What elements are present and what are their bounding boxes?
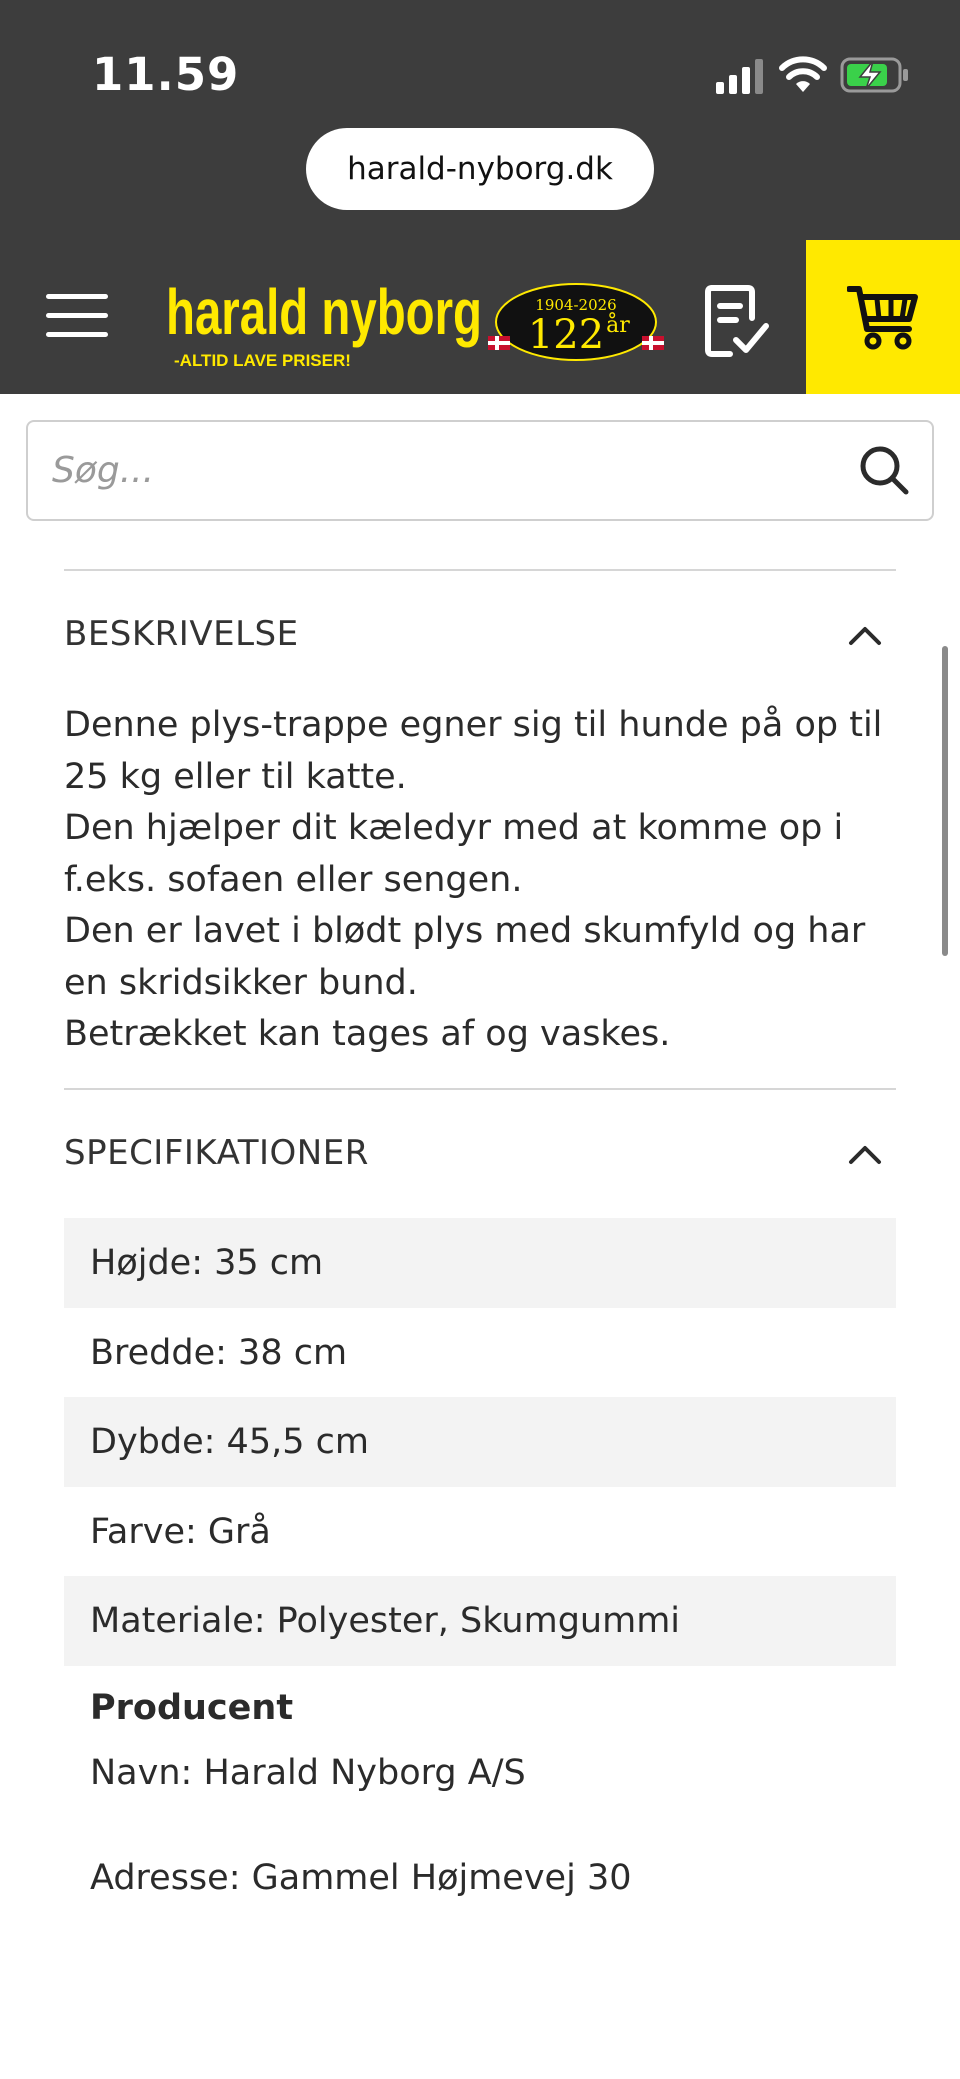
description-line: Denne plys-trappe egner sig til hunde på… bbox=[64, 705, 883, 797]
status-time: 11.59 bbox=[92, 48, 240, 101]
section-divider bbox=[64, 569, 896, 571]
svg-text:122: 122 bbox=[528, 312, 604, 358]
site-header: harald nyborg -ALTID LAVE PRISER! 1904-2… bbox=[0, 240, 960, 394]
svg-text:harald nyborg: harald nyborg bbox=[166, 276, 482, 348]
search-input[interactable] bbox=[52, 422, 852, 519]
spec-row: Dybde: 45,5 cm bbox=[64, 1397, 896, 1487]
producer-address: Adresse: Gammel Højmevej 30 bbox=[90, 1858, 632, 1898]
producer-name: Navn: Harald Nyborg A/S bbox=[90, 1753, 526, 1793]
description-line: Betrækket kan tages af og vaskes. bbox=[64, 1014, 671, 1054]
description-text: Denne plys-trappe egner sig til hunde på… bbox=[64, 700, 904, 1061]
url-bar[interactable]: harald-nyborg.dk bbox=[306, 128, 654, 210]
svg-text:-ALTID LAVE PRISER!: -ALTID LAVE PRISER! bbox=[174, 351, 351, 370]
chevron-up-icon[interactable] bbox=[848, 1143, 882, 1165]
spec-row: Farve: Grå bbox=[90, 1512, 271, 1552]
description-line: Den hjælper dit kæledyr med at komme op … bbox=[64, 808, 844, 900]
clipped-content: Adresse: Gammel Højmevej 30 bbox=[0, 1840, 960, 1900]
cart-button[interactable] bbox=[806, 240, 960, 394]
cellular-signal-icon bbox=[716, 59, 763, 94]
producer-title: Producent bbox=[90, 1688, 294, 1728]
spec-row: Materiale: Polyester, Skumgummi bbox=[64, 1576, 896, 1666]
chevron-up-icon[interactable] bbox=[848, 624, 882, 646]
search-box bbox=[26, 420, 934, 521]
scrollbar[interactable] bbox=[942, 646, 948, 956]
harald-nyborg-logo[interactable]: harald nyborg -ALTID LAVE PRISER! 1904-2… bbox=[162, 270, 670, 370]
description-line: Den er lavet i blødt plys med skumfyld o… bbox=[64, 911, 866, 1003]
battery-charging-icon bbox=[840, 57, 908, 93]
shopping-list-icon[interactable] bbox=[694, 278, 778, 362]
search-icon[interactable] bbox=[858, 444, 910, 496]
spec-row: Højde: 35 cm bbox=[64, 1218, 896, 1308]
cart-icon bbox=[847, 286, 918, 350]
wifi-icon bbox=[779, 56, 827, 92]
section-divider bbox=[64, 1088, 896, 1090]
hamburger-menu-icon[interactable] bbox=[46, 294, 108, 340]
svg-text:år: år bbox=[606, 311, 630, 338]
specifications-title[interactable]: SPECIFIKATIONER bbox=[64, 1133, 369, 1173]
description-title[interactable]: BESKRIVELSE bbox=[64, 614, 299, 654]
spec-row: Bredde: 38 cm bbox=[90, 1333, 348, 1373]
status-bar: 11.59 harald-nyborg.dk bbox=[0, 0, 960, 240]
